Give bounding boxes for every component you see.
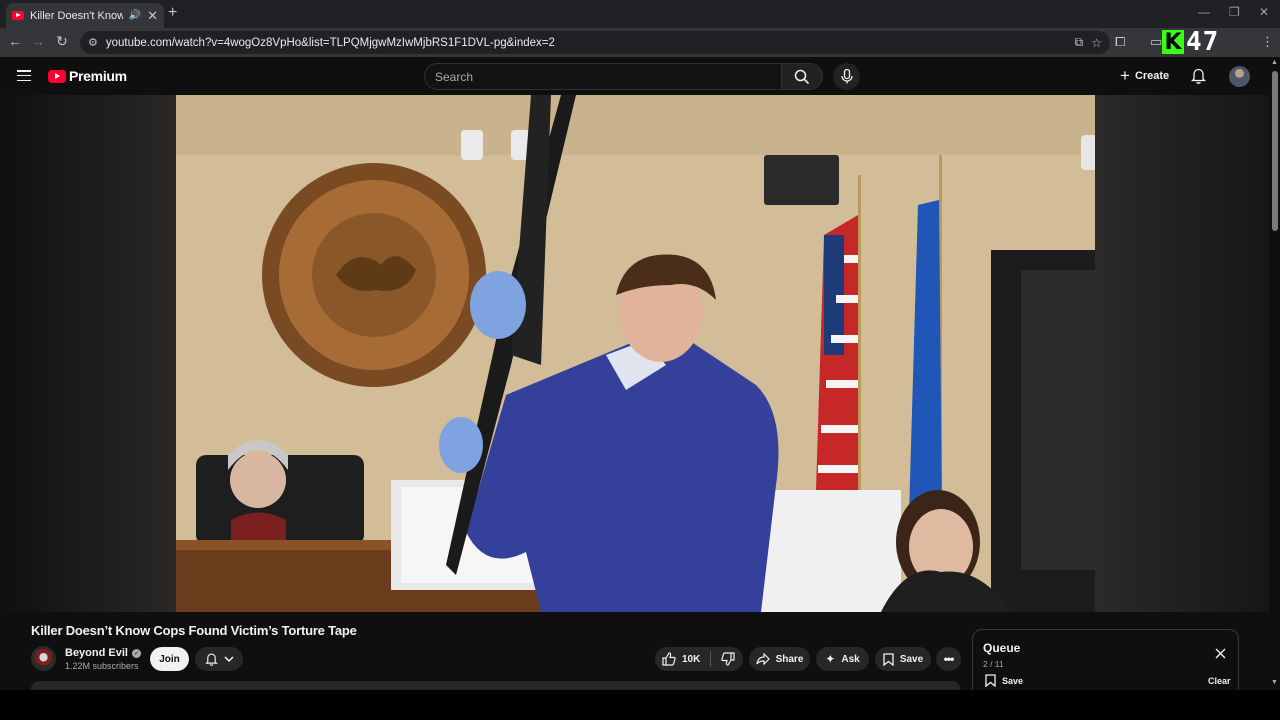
- site-info-icon[interactable]: ⚙: [88, 36, 98, 49]
- subscription-notifications-button[interactable]: [195, 647, 243, 671]
- ask-button[interactable]: ✦ Ask: [816, 647, 869, 671]
- save-label: Save: [899, 653, 924, 665]
- youtube-logo[interactable]: Premium: [48, 68, 127, 84]
- verified-check-icon: ✓: [131, 648, 141, 658]
- create-button[interactable]: + Create: [1120, 64, 1169, 88]
- browser-toolbar: ← → ↻ ⚙ youtube.com/watch?v=4wogOz8VpHo&…: [0, 28, 1280, 57]
- courtroom-scene-image: [176, 95, 1095, 612]
- subscriber-count: 1.22M subscribers: [65, 661, 139, 671]
- bottom-black-bar: [0, 690, 1280, 720]
- channel-name[interactable]: Beyond Evil: [65, 647, 128, 659]
- page-scrollbar[interactable]: ▲ ▼: [1270, 57, 1280, 690]
- more-horizontal-icon: •••: [943, 652, 955, 666]
- cast-icon[interactable]: ▭: [1150, 34, 1162, 50]
- search-icon: [794, 69, 810, 84]
- bell-icon: [1190, 68, 1207, 84]
- scroll-down-icon[interactable]: ▼: [1271, 679, 1278, 686]
- like-divider: [710, 651, 712, 667]
- video-title: Killer Doesn’t Know Cops Found Victim’s …: [31, 623, 357, 638]
- queue-title: Queue: [983, 641, 1021, 655]
- search-box: [424, 63, 782, 90]
- minimize-icon[interactable]: —: [1198, 5, 1210, 19]
- channel-name-row[interactable]: Beyond Evil ✓: [65, 647, 141, 659]
- sparkle-icon: ✦: [825, 652, 836, 666]
- youtube-play-icon: [48, 69, 66, 83]
- bookmark-star-icon[interactable]: ☆: [1091, 36, 1102, 50]
- like-dislike-group: 10K: [655, 647, 743, 671]
- restore-icon[interactable]: ❐: [1229, 5, 1240, 19]
- bookmark-icon: [883, 652, 894, 666]
- player-ambient-right: [1095, 95, 1270, 612]
- description-box[interactable]: [31, 681, 960, 690]
- browser-tab[interactable]: Killer Doesn't Know Cops Fo 🔊 ✕: [6, 3, 164, 28]
- voice-search-button[interactable]: [833, 63, 860, 90]
- more-actions-button[interactable]: •••: [936, 647, 961, 671]
- overlay-badge-number: 47: [1186, 27, 1220, 57]
- create-label: Create: [1134, 70, 1170, 82]
- notifications-button[interactable]: [1190, 67, 1207, 89]
- bell-icon: [204, 653, 218, 666]
- thumbs-up-icon[interactable]: [662, 652, 676, 666]
- install-app-icon[interactable]: ⧉: [1075, 35, 1084, 50]
- video-frame[interactable]: [176, 95, 1095, 612]
- share-icon: [755, 653, 770, 665]
- queue-save-label: Save: [1002, 675, 1024, 686]
- queue-panel: Queue 2 / 11 Save Clear: [972, 629, 1239, 690]
- player-ambient-left: [0, 95, 176, 612]
- search-input[interactable]: [435, 69, 771, 84]
- queue-save-button[interactable]: Save: [985, 674, 1023, 687]
- scrollbar-thumb[interactable]: [1272, 71, 1278, 231]
- back-icon[interactable]: ←: [6, 33, 24, 49]
- plus-icon: +: [1120, 66, 1130, 85]
- extensions-icon[interactable]: ⧠: [1115, 34, 1125, 50]
- speaker-icon[interactable]: 🔊: [129, 10, 141, 21]
- share-button[interactable]: Share: [749, 647, 810, 671]
- bookmark-icon: [985, 674, 996, 687]
- thumbs-down-icon[interactable]: [721, 652, 735, 666]
- reload-icon[interactable]: ↻: [53, 33, 71, 50]
- tab-close-icon[interactable]: ✕: [147, 8, 158, 24]
- youtube-header: Premium + Create: [0, 57, 1280, 95]
- overlay-badge-letter: K: [1162, 30, 1184, 55]
- queue-position: 2 / 11: [983, 659, 1004, 669]
- queue-close-button[interactable]: [1215, 646, 1226, 664]
- tab-title: Killer Doesn't Know Cops Fo: [30, 9, 123, 22]
- forward-icon[interactable]: →: [29, 33, 47, 49]
- microphone-icon: [840, 69, 853, 84]
- youtube-favicon-icon: [12, 11, 24, 20]
- video-player[interactable]: [0, 95, 1270, 612]
- join-button[interactable]: Join: [150, 647, 189, 671]
- join-label: Join: [159, 653, 180, 665]
- stream-overlay-badge: K 47: [1162, 27, 1220, 57]
- window-close-icon[interactable]: ✕: [1259, 5, 1269, 19]
- new-tab-icon[interactable]: +: [168, 4, 177, 22]
- logo-text: Premium: [69, 68, 127, 84]
- like-count[interactable]: 10K: [682, 654, 700, 665]
- chevron-down-icon: [223, 655, 234, 662]
- browser-menu-icon[interactable]: ⋮: [1261, 34, 1274, 50]
- queue-clear-button[interactable]: Clear: [1208, 676, 1231, 686]
- close-icon: [1215, 648, 1226, 659]
- search-button[interactable]: [781, 63, 823, 90]
- menu-icon[interactable]: [17, 70, 31, 82]
- account-avatar[interactable]: [1229, 66, 1250, 87]
- url-text: youtube.com/watch?v=4wogOz8VpHo&list=TLP…: [105, 36, 555, 49]
- save-button[interactable]: Save: [875, 647, 931, 671]
- scroll-up-icon[interactable]: ▲: [1271, 59, 1278, 66]
- share-label: Share: [775, 653, 804, 665]
- browser-tab-strip: Killer Doesn't Know Cops Fo 🔊 ✕ + — ❐ ✕: [0, 0, 1280, 28]
- ask-label: Ask: [841, 653, 860, 665]
- address-bar[interactable]: ⚙ youtube.com/watch?v=4wogOz8VpHo&list=T…: [80, 31, 1110, 54]
- channel-avatar[interactable]: [31, 646, 56, 671]
